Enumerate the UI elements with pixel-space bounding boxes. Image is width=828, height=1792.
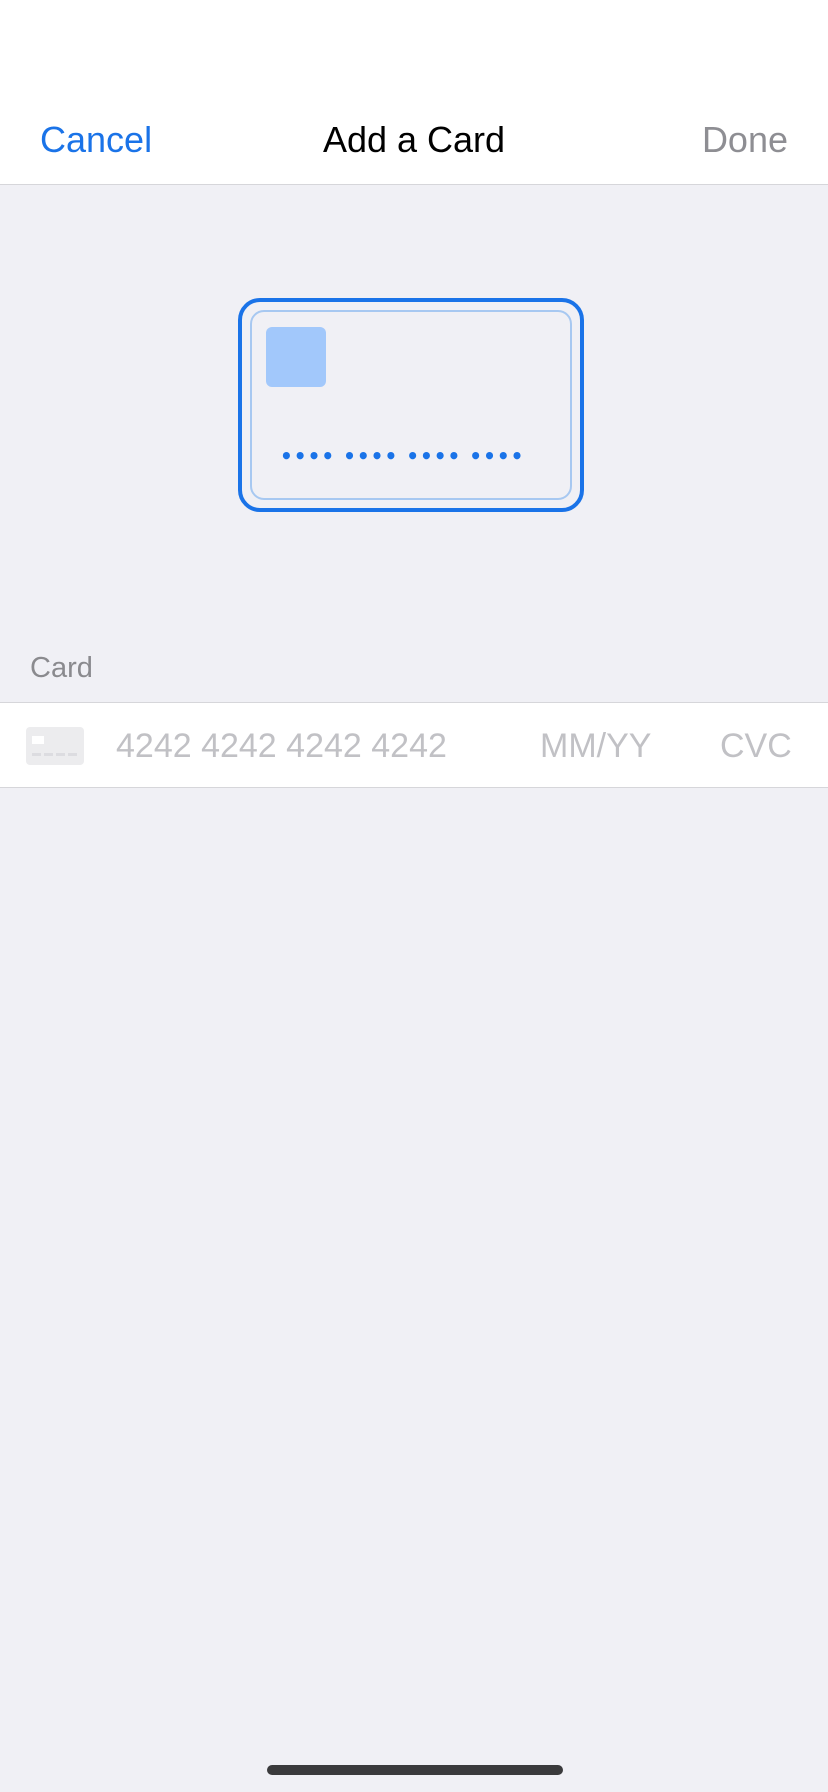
card-number-mask: •••• •••• •••• •••• [280,444,525,468]
card-input-row [0,702,828,788]
section-label-card: Card [30,652,93,684]
home-indicator [267,1765,563,1775]
cvc-input[interactable] [720,725,796,767]
card-brand-icon [26,727,84,765]
card-brand-number-line [32,753,78,756]
done-button[interactable]: Done [702,120,788,160]
card-brand-chip [32,736,44,744]
card-inner-border: •••• •••• •••• •••• [250,310,572,500]
card-illustration: •••• •••• •••• •••• [238,298,584,512]
status-bar [0,0,828,100]
expiry-date-input[interactable] [540,725,660,767]
navigation-bar: Cancel Add a Card Done [0,100,828,185]
card-number-input[interactable] [116,725,476,767]
card-chip-icon [266,327,326,387]
